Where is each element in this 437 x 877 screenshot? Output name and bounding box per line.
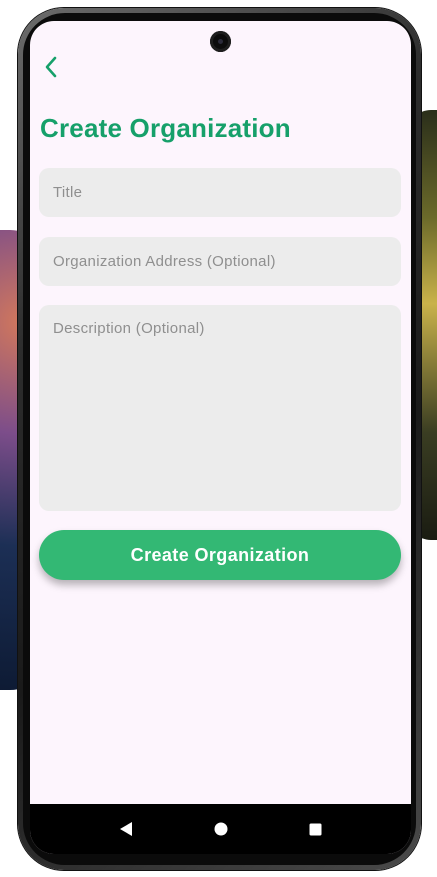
chevron-left-icon: [45, 56, 57, 78]
navigation-bar: [30, 804, 411, 854]
back-button[interactable]: [38, 54, 64, 80]
square-recents-icon: [309, 823, 322, 835]
description-input[interactable]: [39, 305, 401, 511]
page-title: Create Organization: [40, 113, 291, 143]
front-camera: [210, 31, 231, 52]
title-input[interactable]: [39, 168, 401, 217]
app-screen: Create Organization Create Organization: [30, 21, 411, 854]
create-organization-button[interactable]: Create Organization: [39, 530, 401, 580]
circle-home-icon: [214, 822, 227, 836]
organization-address-input[interactable]: [39, 237, 401, 286]
nav-recents-button[interactable]: [301, 814, 331, 844]
triangle-back-icon: [119, 822, 132, 836]
nav-back-button[interactable]: [111, 814, 141, 844]
nav-home-button[interactable]: [206, 814, 236, 844]
